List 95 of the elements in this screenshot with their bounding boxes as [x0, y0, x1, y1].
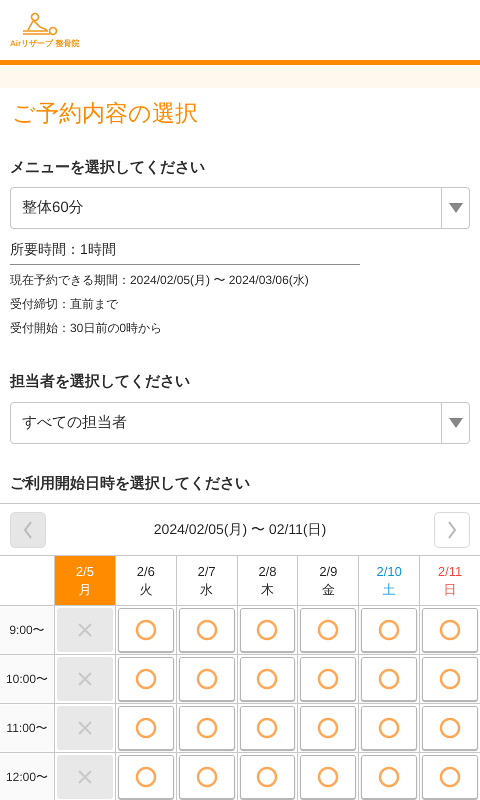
- day-date: 2/6: [136, 562, 155, 580]
- dropdown[interactable]: 整体60分: [10, 187, 470, 229]
- page-title: ご予約内容の選択: [11, 99, 199, 128]
- available-circle-icon: [196, 766, 218, 788]
- unavailable-cross-icon: [76, 720, 93, 736]
- logo-text: Airリザーブ 整骨院: [10, 40, 80, 48]
- time-slot[interactable]: [178, 706, 235, 750]
- day-date: 2/7: [198, 562, 216, 580]
- caret-icon: [448, 203, 462, 213]
- available-circle-icon: [439, 717, 462, 739]
- time-slot[interactable]: [57, 706, 113, 750]
- available-circle-icon: [378, 619, 400, 641]
- day-weekday: 土: [382, 580, 396, 598]
- day-date: 2/11: [438, 562, 462, 580]
- time-slot[interactable]: [361, 706, 418, 750]
- chevron-left-icon: [23, 520, 33, 538]
- available-circle-icon: [256, 717, 278, 739]
- day-weekday: 水: [200, 580, 214, 598]
- time-slot[interactable]: [178, 755, 235, 799]
- available-circle-icon: [256, 668, 278, 690]
- available-circle-icon: [439, 766, 462, 788]
- chevron-right-icon: [447, 520, 457, 538]
- day-date: 2/10: [376, 562, 402, 580]
- time-slot[interactable]: [300, 706, 356, 750]
- available-circle-icon: [317, 668, 340, 690]
- time-slot[interactable]: [240, 706, 296, 750]
- time-slot[interactable]: [300, 608, 356, 652]
- time-slot[interactable]: [422, 657, 478, 701]
- day-header[interactable]: 2/7 水: [176, 556, 237, 606]
- duration-text: 所要時間：1時間: [10, 239, 360, 265]
- time-slot[interactable]: [178, 608, 235, 652]
- day-weekday: 火: [139, 580, 152, 598]
- unavailable-cross-icon: [76, 671, 93, 687]
- available-circle-icon: [317, 766, 340, 788]
- time-slot[interactable]: [422, 755, 478, 799]
- available-circle-icon: [256, 766, 278, 788]
- info-text: 受付開始：30日前の0時から: [10, 320, 164, 337]
- time-slot[interactable]: [57, 657, 113, 701]
- date-range: 2024/02/05(月) 〜 02/11(日): [154, 520, 326, 539]
- dropdown[interactable]: すべての担当者: [10, 402, 470, 444]
- time-slot[interactable]: [361, 755, 418, 799]
- available-circle-icon: [256, 619, 278, 641]
- time-slot[interactable]: [57, 608, 113, 652]
- time-slot[interactable]: [57, 755, 113, 799]
- day-weekday: 金: [322, 580, 335, 598]
- section-label: ご利用開始日時を選択してください: [9, 474, 251, 494]
- day-header[interactable]: 2/9 金: [297, 556, 358, 606]
- time-slot[interactable]: [300, 755, 356, 799]
- day-header[interactable]: 2/6 火: [114, 556, 176, 606]
- available-circle-icon: [378, 717, 400, 739]
- time-slot[interactable]: [240, 608, 296, 652]
- available-circle-icon: [317, 619, 340, 641]
- available-circle-icon: [134, 766, 157, 788]
- section-label: 担当者を選択してください: [8, 372, 191, 392]
- time-label: 9:00〜: [0, 606, 54, 655]
- time-label: 11:00〜: [0, 704, 54, 753]
- day-date: 2/8: [258, 562, 277, 580]
- day-date: 2/9: [319, 562, 338, 580]
- available-circle-icon: [439, 619, 462, 641]
- time-slot[interactable]: [422, 608, 478, 652]
- time-slot[interactable]: [118, 657, 174, 701]
- day-weekday: 日: [444, 580, 457, 598]
- available-circle-icon: [196, 717, 218, 739]
- time-slot[interactable]: [118, 608, 174, 652]
- unavailable-cross-icon: [76, 622, 93, 638]
- day-date: 2/5: [76, 562, 94, 580]
- time-label: 12:00〜: [0, 753, 54, 800]
- available-circle-icon: [134, 668, 157, 690]
- time-slot[interactable]: [361, 608, 418, 652]
- available-circle-icon: [134, 619, 157, 641]
- day-weekday: 木: [260, 580, 274, 598]
- day-header[interactable]: 2/8 木: [236, 556, 298, 606]
- time-slot[interactable]: [240, 755, 296, 799]
- available-circle-icon: [196, 619, 218, 641]
- time-slot[interactable]: [118, 755, 174, 799]
- time-slot[interactable]: [118, 706, 174, 750]
- info-text: 受付締切：直前まで: [10, 296, 120, 313]
- time-slot[interactable]: [240, 657, 296, 701]
- available-circle-icon: [134, 717, 157, 739]
- available-circle-icon: [317, 717, 340, 739]
- available-circle-icon: [378, 668, 400, 690]
- time-slot[interactable]: [422, 706, 478, 750]
- time-slot[interactable]: [361, 657, 418, 701]
- caret-icon: [448, 418, 462, 428]
- info-text: 現在予約できる期間：2024/02/05(月) 〜 2024/03/06(水): [10, 272, 310, 289]
- available-circle-icon: [196, 668, 218, 690]
- available-circle-icon: [439, 668, 462, 690]
- available-circle-icon: [378, 766, 400, 788]
- time-label: 10:00〜: [0, 655, 54, 704]
- unavailable-cross-icon: [76, 769, 93, 785]
- time-slot[interactable]: [178, 657, 235, 701]
- section-label: メニューを選択してください: [9, 158, 206, 178]
- day-weekday: 月: [78, 580, 92, 598]
- next-week-button[interactable]: [434, 512, 470, 548]
- time-slot[interactable]: [300, 657, 356, 701]
